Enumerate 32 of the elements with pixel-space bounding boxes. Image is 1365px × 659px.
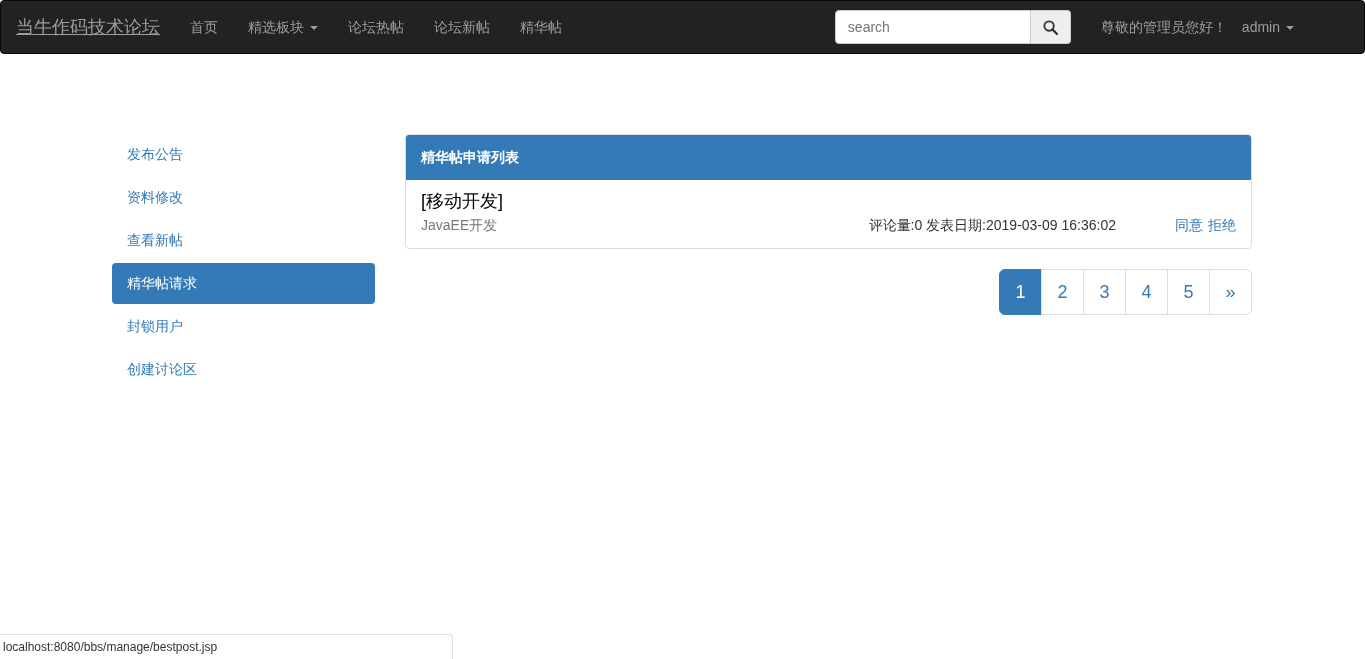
sidebar-item[interactable]: 精华帖请求 bbox=[112, 263, 375, 304]
brand-logo[interactable]: 当牛作码技术论坛 bbox=[16, 13, 160, 41]
post-meta: 评论量:0 发表日期:2019-03-09 16:36:02 bbox=[868, 216, 1116, 235]
nav-link[interactable]: 论坛热帖 bbox=[333, 16, 419, 38]
nav-link[interactable]: 首页 bbox=[175, 16, 233, 38]
action-link[interactable]: 拒绝 bbox=[1208, 215, 1236, 236]
search-button[interactable] bbox=[1030, 10, 1071, 44]
sidebar-item[interactable]: 查看新帖 bbox=[112, 220, 375, 261]
page-link[interactable]: 3 bbox=[1083, 269, 1126, 315]
post-title: [移动开发] bbox=[421, 190, 504, 213]
caret-icon bbox=[310, 25, 318, 30]
sidebar-item[interactable]: 资料修改 bbox=[112, 177, 375, 218]
greeting-text: 尊敬的管理员您好！ bbox=[1100, 17, 1227, 37]
page-link[interactable]: 1 bbox=[999, 269, 1042, 315]
panel-title: 精华帖申请列表 bbox=[406, 135, 1251, 180]
nav-link[interactable]: 精华帖 bbox=[505, 16, 577, 38]
sidebar-item[interactable]: 封锁用户 bbox=[112, 306, 375, 347]
caret-icon bbox=[1286, 25, 1294, 30]
nav-dropdown[interactable]: 精选板块 bbox=[233, 16, 333, 38]
sidebar-item[interactable]: 创建讨论区 bbox=[112, 349, 375, 390]
search-field[interactable]: search bbox=[834, 10, 1031, 44]
sidebar-item[interactable]: 发布公告 bbox=[112, 134, 375, 175]
page-link[interactable]: 2 bbox=[1041, 269, 1084, 315]
page-link[interactable]: 5 bbox=[1167, 269, 1210, 315]
action-link[interactable]: 同意 bbox=[1175, 215, 1203, 236]
status-bar: localhost:8080/bbs/manage/bestpost.jsp bbox=[0, 634, 453, 659]
board-label: JavaEE开发 bbox=[421, 216, 498, 235]
page-link[interactable]: » bbox=[1209, 269, 1252, 315]
user-dropdown[interactable]: admin bbox=[1226, 16, 1309, 38]
nav-link[interactable]: 论坛新帖 bbox=[419, 16, 505, 38]
page-link[interactable]: 4 bbox=[1125, 269, 1168, 315]
search-icon bbox=[1042, 19, 1058, 35]
